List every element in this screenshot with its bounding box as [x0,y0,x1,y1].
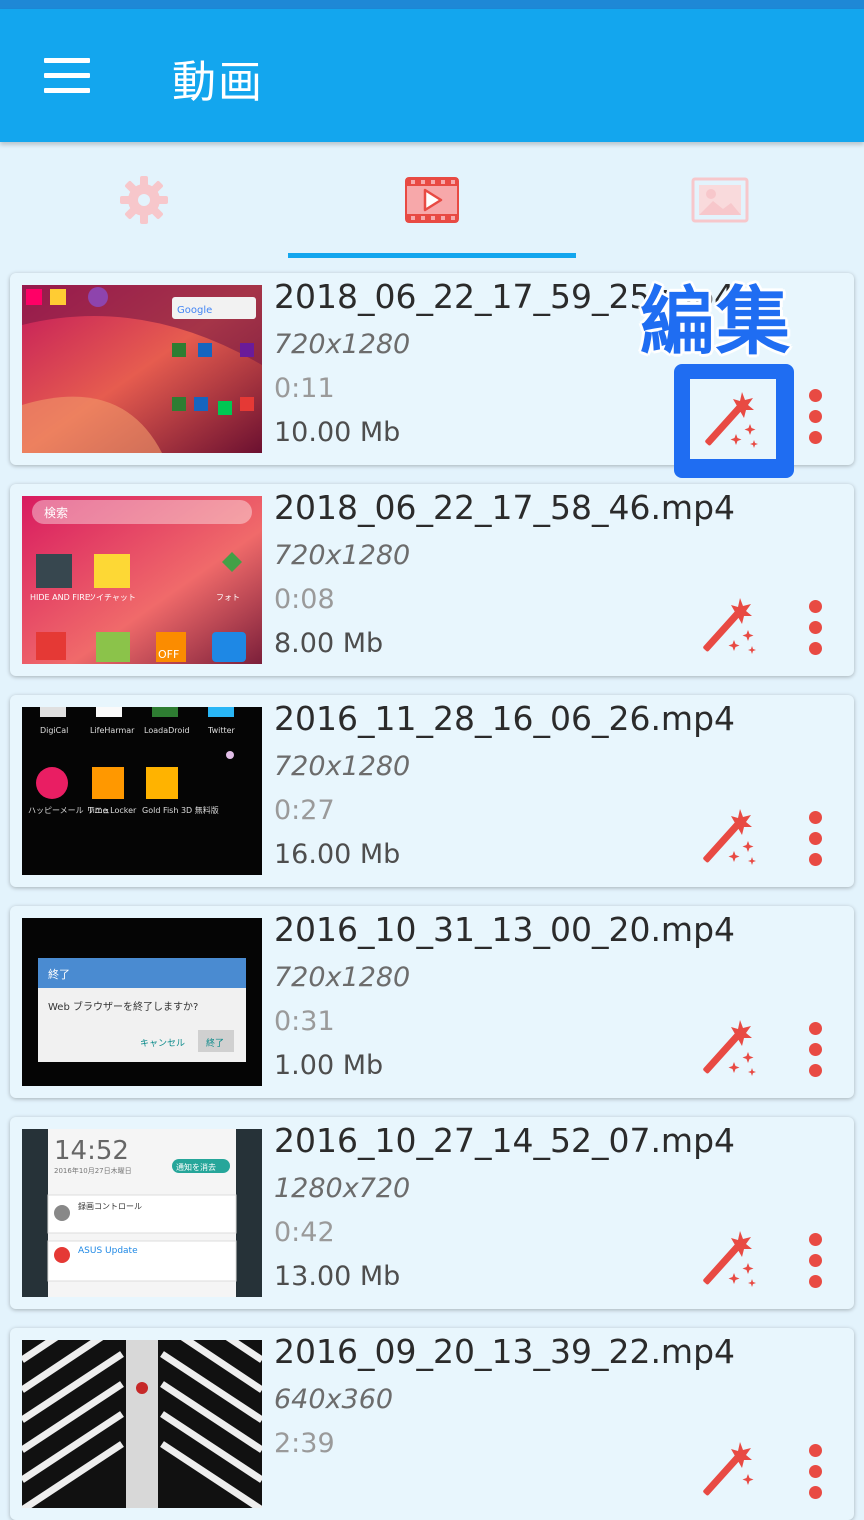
video-duration: 0:11 [274,373,335,404]
video-thumbnail[interactable]: DigiCal LifeHarmar LoadaDroid Twitter ハッ… [22,707,262,875]
magic-wand-icon[interactable] [700,388,762,450]
video-duration: 0:27 [274,795,335,826]
thumb-app-label: フォト [216,593,240,602]
video-item[interactable]: DigiCal LifeHarmar LoadaDroid Twitter ハッ… [10,695,854,887]
more-vertical-icon[interactable] [806,1022,826,1078]
video-resolution: 720x1280 [274,751,411,782]
video-item[interactable]: 終了 Web ブラウザーを終了しますか? キャンセル 終了 2016_10_31… [10,906,854,1098]
video-duration: 0:31 [274,1006,335,1037]
hamburger-menu-icon[interactable] [44,58,90,94]
video-thumbnail[interactable]: 終了 Web ブラウザーを終了しますか? キャンセル 終了 [22,918,262,1086]
tab-bar [0,142,864,262]
more-vertical-icon[interactable] [806,600,826,656]
video-size: 10.00 Mb [274,417,401,448]
magic-wand-icon[interactable] [698,594,760,656]
edit-callout-label: 編集 [640,279,792,365]
magic-wand-icon[interactable] [698,1227,760,1289]
thumb-dialog-title: 終了 [48,967,70,981]
thumb-app-label: Gold Fish 3D 無料版 [142,805,219,815]
video-resolution: 720x1280 [274,329,411,360]
image-icon [691,177,749,223]
thumb-badge: OFF [158,648,179,661]
thumb-app-label: DigiCal [40,726,68,735]
video-item[interactable]: 14:52 2016年10月27日木曜日 通知を消去 録画コントロール ASUS… [10,1117,854,1309]
thumb-search-text: Google [177,305,212,316]
tab-images[interactable] [576,142,864,258]
video-duration: 0:42 [274,1217,335,1248]
video-resolution: 640x360 [274,1384,394,1415]
thumb-app-label: HIDE AND FIRE [30,593,90,602]
more-vertical-icon[interactable] [806,389,826,445]
video-filename: 2016_09_20_13_39_22.mp4 [274,1332,736,1371]
video-size: 13.00 Mb [274,1261,401,1292]
video-size: 1.00 Mb [274,1050,384,1081]
video-duration: 2:39 [274,1428,335,1459]
video-filename: 2016_11_28_16_06_26.mp4 [274,699,736,738]
video-play-icon [405,177,459,223]
video-item[interactable]: 検索 HIDE AND FIRE ツイチャット フォト OFF 2018_06_… [10,484,854,676]
video-item[interactable]: 2016_09_20_13_39_22.mp4 640x360 2:39 [10,1328,854,1520]
thumb-app-label: LifeHarmar [90,726,135,735]
status-bar [0,0,864,9]
thumb-dialog-cancel: キャンセル [140,1038,185,1049]
thumb-clock: 14:52 [54,1136,129,1166]
tab-videos[interactable] [288,142,576,258]
more-vertical-icon[interactable] [806,811,826,867]
video-filename: 2018_06_22_17_58_46.mp4 [274,488,736,527]
magic-wand-icon[interactable] [698,805,760,867]
more-vertical-icon[interactable] [806,1233,826,1289]
thumb-notification: 録画コントロール [78,1201,142,1211]
thumb-app-label: Time Locker [87,806,137,815]
video-filename: 2016_10_31_13_00_20.mp4 [274,910,736,949]
page-title: 動画 [172,57,264,108]
video-resolution: 720x1280 [274,962,411,993]
video-thumbnail[interactable]: 14:52 2016年10月27日木曜日 通知を消去 録画コントロール ASUS… [22,1129,262,1297]
magic-wand-icon[interactable] [698,1438,760,1500]
thumb-search-text: 検索 [44,506,68,520]
app-bar: 動画 [0,9,864,142]
thumb-app-label: LoadaDroid [144,726,190,735]
video-resolution: 720x1280 [274,540,411,571]
selected-tab-indicator [288,253,576,258]
thumb-clear-button: 通知を消去 [176,1162,216,1172]
thumb-date: 2016年10月27日木曜日 [54,1166,132,1175]
gear-icon [120,176,168,224]
video-thumbnail[interactable]: 検索 HIDE AND FIRE ツイチャット フォト OFF [22,496,262,664]
video-size: 8.00 Mb [274,628,384,659]
video-thumbnail[interactable]: Google [22,285,262,453]
thumb-app-label: Twitter [207,726,236,735]
video-resolution: 1280x720 [274,1173,411,1204]
magic-wand-icon[interactable] [698,1016,760,1078]
tab-settings[interactable] [0,142,288,258]
thumb-notification: ASUS Update [78,1246,138,1256]
thumb-app-label: ツイチャット [88,593,136,602]
video-filename: 2016_10_27_14_52_07.mp4 [274,1121,736,1160]
video-size: 16.00 Mb [274,839,401,870]
thumb-dialog-ok: 終了 [206,1037,224,1049]
more-vertical-icon[interactable] [806,1444,826,1500]
video-thumbnail[interactable] [22,1340,262,1508]
video-duration: 0:08 [274,584,335,615]
thumb-dialog-message: Web ブラウザーを終了しますか? [48,1000,198,1013]
